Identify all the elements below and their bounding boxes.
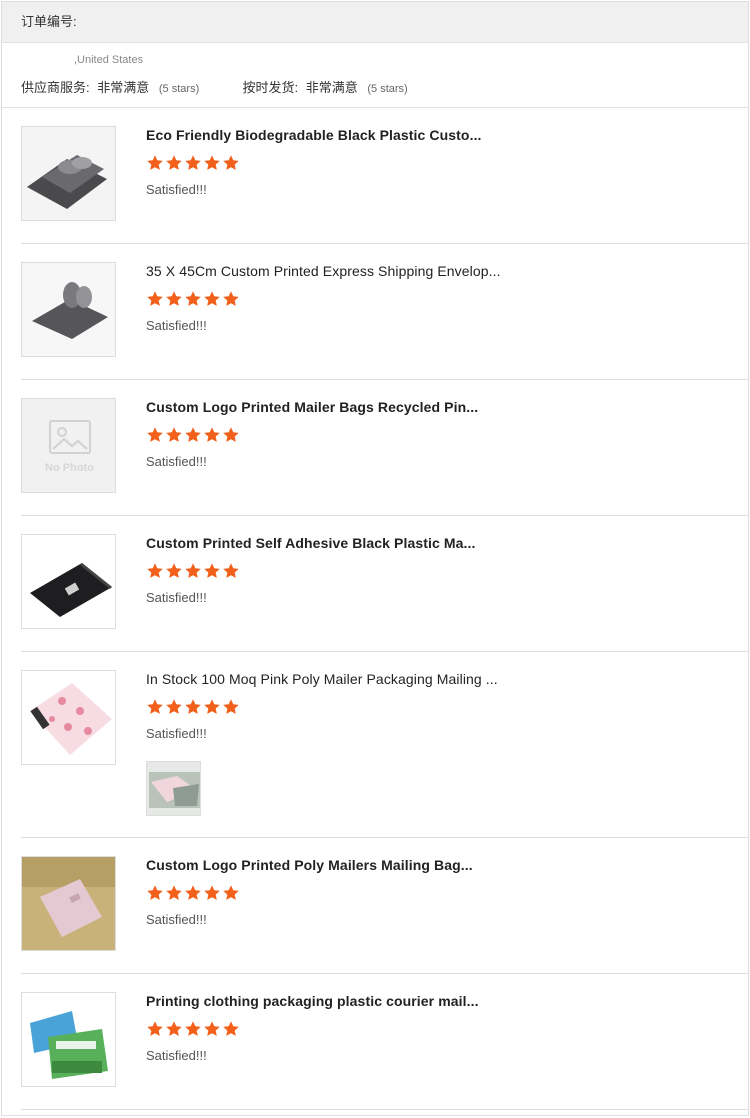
star-icon [223, 699, 239, 714]
no-photo-placeholder[interactable]: No Photo [21, 398, 116, 493]
product-title[interactable]: Custom Logo Printed Poly Mailers Mailing… [146, 857, 473, 873]
product-title[interactable]: Custom Logo Printed Mailer Bags Recycled… [146, 399, 478, 415]
review-item: In Stock 100 Moq Pink Poly Mailer Packag… [21, 651, 749, 838]
product-title[interactable]: Custom Printed Self Adhesive Black Plast… [146, 535, 476, 551]
star-icon [185, 885, 201, 900]
rating-stars [146, 290, 240, 308]
star-icon [166, 1021, 182, 1036]
star-icon [204, 291, 220, 306]
star-icon [147, 699, 163, 714]
buyer-country: ,United States [74, 54, 144, 66]
rating-stars [146, 426, 240, 444]
on-time-shipping-value: 非常满意 [305, 80, 358, 95]
review-comment: Satisfied!!! [146, 318, 207, 333]
product-thumbnail-pink-mailer-on-sofa[interactable] [21, 856, 116, 951]
product-thumbnail-biodegradable-mailer[interactable] [21, 992, 116, 1087]
star-icon [223, 155, 239, 170]
star-icon [204, 155, 220, 170]
review-item: Custom Printed Self Adhesive Black Plast… [21, 515, 749, 652]
star-icon [147, 1021, 163, 1036]
review-item: Eco Friendly Biodegradable Black Plastic… [21, 107, 749, 244]
star-icon [204, 1021, 220, 1036]
feedback-panel: 订单编号: ,United States 供应商服务: 非常满意 (5 star… [1, 1, 749, 1116]
seller-ratings: 供应商服务: 非常满意 (5 stars) 按时发货: 非常满意 (5 star… [21, 77, 408, 96]
product-title[interactable]: Printing clothing packaging plastic cour… [146, 993, 479, 1009]
review-comment: Satisfied!!! [146, 182, 207, 197]
review-comment: Satisfied!!! [146, 590, 207, 605]
star-icon [185, 563, 201, 578]
star-icon [223, 563, 239, 578]
star-icon [147, 885, 163, 900]
star-icon [166, 291, 182, 306]
rating-stars [146, 698, 240, 716]
on-time-shipping-stars: (5 stars) [367, 83, 408, 95]
star-icon [185, 291, 201, 306]
buyer-meta: ,United States 供应商服务: 非常满意 (5 stars) 按时发… [2, 43, 748, 108]
star-icon [166, 427, 182, 442]
star-icon [166, 563, 182, 578]
review-comment: Satisfied!!! [146, 1048, 207, 1063]
order-header: 订单编号: [2, 2, 748, 43]
star-icon [185, 427, 201, 442]
star-icon [147, 155, 163, 170]
supplier-service-stars: (5 stars) [158, 83, 200, 95]
rating-stars [146, 1020, 240, 1038]
star-icon [166, 155, 182, 170]
review-comment: Satisfied!!! [146, 912, 207, 927]
product-thumbnail-gray-mailer[interactable] [21, 262, 116, 357]
star-icon [185, 1021, 201, 1036]
product-thumbnail-pink-flamingo-mailer[interactable] [21, 670, 116, 765]
rating-stars [146, 562, 240, 580]
review-item: Custom Logo Printed Poly Mailers Mailing… [21, 837, 749, 974]
star-icon [223, 885, 239, 900]
on-time-shipping-label: 按时发货: [242, 80, 299, 95]
product-title[interactable]: Eco Friendly Biodegradable Black Plastic… [146, 127, 482, 143]
star-icon [223, 427, 239, 442]
product-thumbnail-black-mailer[interactable] [21, 534, 116, 629]
product-thumbnail-gray-mailer[interactable] [21, 126, 116, 221]
review-item: No Photo Custom Logo Printed Mailer Bags… [21, 379, 749, 516]
no-photo-text: No Photo [45, 462, 94, 474]
rating-stars [146, 884, 240, 902]
supplier-service-value: 非常满意 [97, 80, 150, 95]
product-title[interactable]: 35 X 45Cm Custom Printed Express Shippin… [146, 263, 501, 279]
review-item: 35 X 45Cm Custom Printed Express Shippin… [21, 243, 749, 380]
star-icon [185, 699, 201, 714]
star-icon [166, 885, 182, 900]
order-number-label: 订单编号: [21, 14, 77, 29]
star-icon [166, 699, 182, 714]
review-comment: Satisfied!!! [146, 454, 207, 469]
supplier-service-label: 供应商服务: [21, 80, 90, 95]
rating-stars [146, 154, 240, 172]
review-comment: Satisfied!!! [146, 726, 207, 741]
star-icon [223, 1021, 239, 1036]
review-photo-thumbnail[interactable] [146, 761, 201, 816]
review-item: Printing clothing packaging plastic cour… [21, 973, 749, 1110]
product-title[interactable]: In Stock 100 Moq Pink Poly Mailer Packag… [146, 671, 498, 687]
star-icon [204, 699, 220, 714]
star-icon [204, 563, 220, 578]
star-icon [147, 563, 163, 578]
star-icon [147, 427, 163, 442]
star-icon [204, 885, 220, 900]
star-icon [147, 291, 163, 306]
star-icon [223, 291, 239, 306]
star-icon [204, 427, 220, 442]
star-icon [185, 155, 201, 170]
